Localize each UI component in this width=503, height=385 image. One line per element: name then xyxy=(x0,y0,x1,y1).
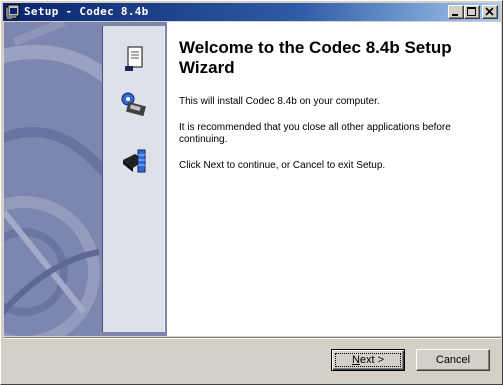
cancel-button[interactable]: Cancel xyxy=(416,349,490,371)
welcome-text-area: Welcome to the Codec 8.4b Setup Wizard T… xyxy=(179,38,494,171)
cancel-button-label: Cancel xyxy=(435,354,471,366)
maximize-button[interactable] xyxy=(464,5,480,19)
setup-window: Setup - Codec 8.4b Welcome to the Codec … xyxy=(0,0,503,385)
install-info-text: This will install Codec 8.4b on your com… xyxy=(179,96,380,107)
footer-separator xyxy=(4,337,501,339)
wizard-side-panel xyxy=(4,22,167,336)
title-bar[interactable]: Setup - Codec 8.4b xyxy=(3,3,500,21)
icon-strip xyxy=(102,26,165,332)
close-button[interactable] xyxy=(482,5,498,19)
instructions-text: Click Next to continue, or Cancel to exi… xyxy=(179,160,386,171)
hard-drive-icon xyxy=(123,149,146,173)
minimize-button[interactable] xyxy=(448,5,464,19)
maximize-icon xyxy=(467,7,476,16)
next-mnemonic: N xyxy=(351,354,360,366)
page-title: Welcome to the Codec 8.4b Setup Wizard xyxy=(179,38,452,77)
wizard-content: Welcome to the Codec 8.4b Setup Wizard T… xyxy=(4,22,501,336)
setup-app-icon xyxy=(5,4,20,19)
window-title: Setup - Codec 8.4b xyxy=(24,5,149,18)
close-icon xyxy=(485,7,494,16)
document-icon xyxy=(125,46,143,71)
next-button[interactable]: Next > xyxy=(331,349,405,371)
close-apps-text: It is recommended that you close all oth… xyxy=(179,122,451,145)
minimize-icon xyxy=(452,14,458,16)
key-disk-icon xyxy=(121,92,146,117)
next-label-rest: ext > xyxy=(359,354,385,366)
next-button-label: Next > xyxy=(352,354,384,366)
